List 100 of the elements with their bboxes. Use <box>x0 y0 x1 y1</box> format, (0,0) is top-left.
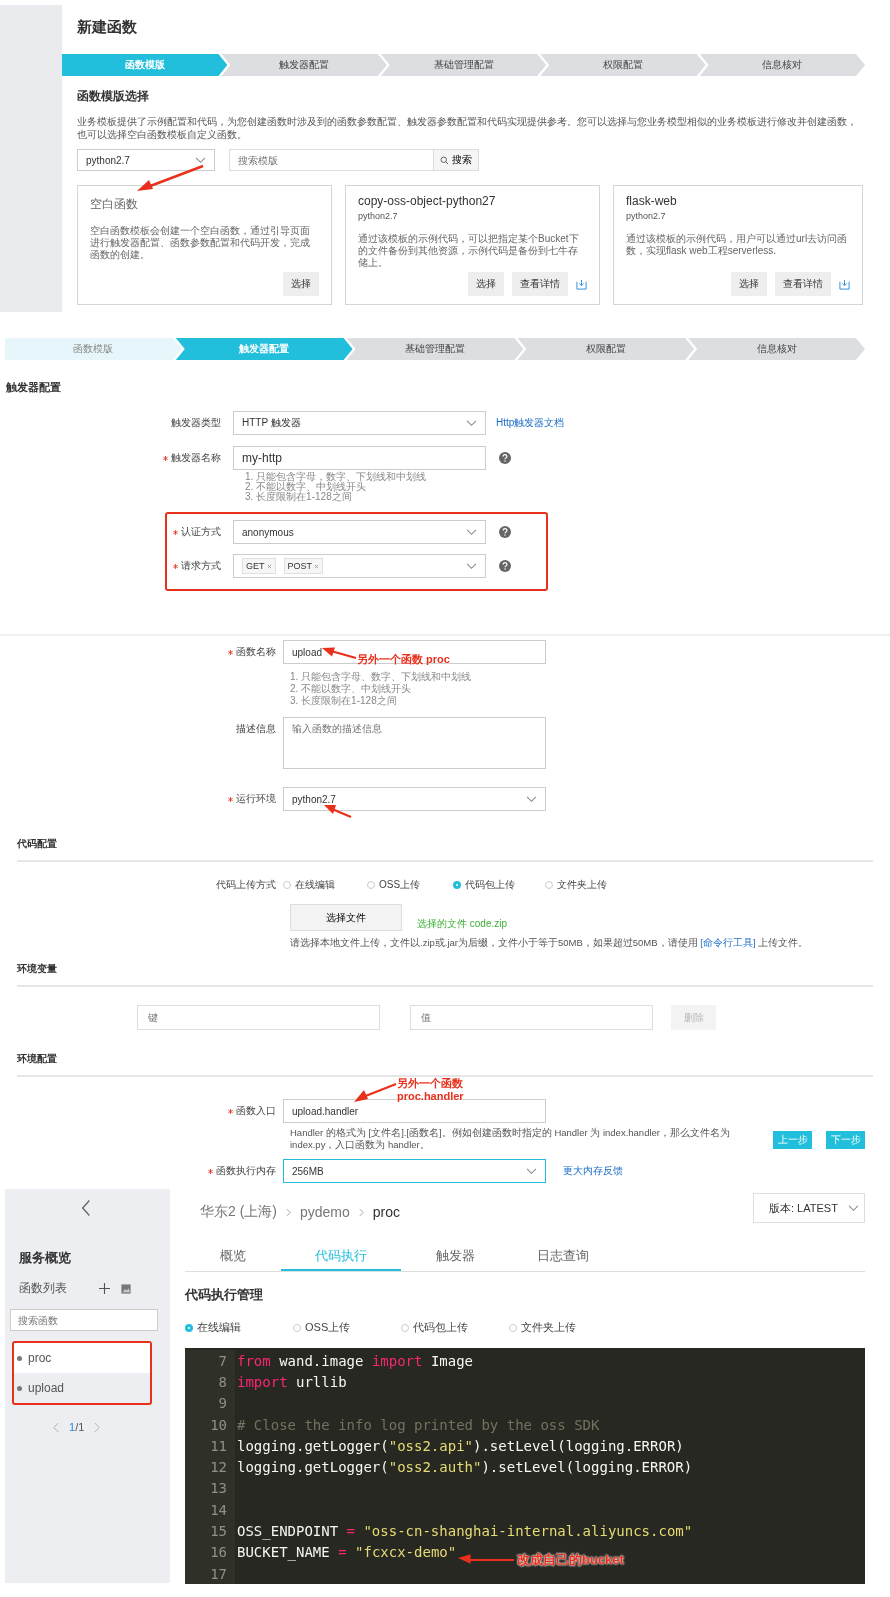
method-tag[interactable]: POST <box>283 558 324 574</box>
docs-link[interactable]: Http触发器文档 <box>496 416 565 430</box>
step-tab[interactable]: 信息核对 <box>688 338 865 360</box>
select-field[interactable]: 256MB <box>283 1159 546 1183</box>
help-icon[interactable] <box>499 452 511 464</box>
service-overview-link[interactable]: 服务概览 <box>19 1249 170 1267</box>
card-description: 空白函数模板会创建一个空白函数，通过引导页面进行触发器配置、函数参数配置和代码开发，完成函数的创建。 <box>90 225 311 261</box>
version-select[interactable]: 版本: LATEST <box>753 1193 865 1223</box>
field-label: 触发器类型 <box>171 416 221 430</box>
card-subtitle: python2.7 <box>626 211 667 221</box>
line-number: 10 <box>185 1413 235 1436</box>
card-button[interactable]: 查看详情 <box>512 272 568 296</box>
hint-text: 2. 不能以数字、中划线开头 <box>245 482 367 492</box>
radio-option[interactable]: OSS上传 <box>367 878 453 892</box>
code-line: from wand.image import Image <box>237 1352 474 1369</box>
step-tab[interactable]: 权限配置 <box>517 338 695 360</box>
hint-text: 请选择本地文件上传，文件以.zip或.jar为后缀，文件小于等于50MB，如果超过50MB，请使用 [命令行工具] 上传文件。 <box>290 937 810 950</box>
radio-option[interactable]: 文件夹上传 <box>509 1320 617 1335</box>
hint-text: 3. 长度限制在1-128之间 <box>245 492 352 502</box>
select-field[interactable]: anonymous <box>233 520 486 544</box>
search-field[interactable]: 搜索模版 <box>229 149 434 171</box>
code-line: # Close the info log printed by the oss SDK <box>237 1416 600 1433</box>
field-label: 代码上传方式 <box>216 878 276 892</box>
card-button[interactable]: 选择 <box>283 272 319 296</box>
step-tab[interactable]: 触发器配置 <box>221 54 387 76</box>
step-tab[interactable]: 信息核对 <box>699 54 866 76</box>
download-icon[interactable] <box>576 278 587 290</box>
card-button[interactable]: 查看详情 <box>775 272 831 296</box>
step-tab[interactable]: 基础管理配置 <box>380 54 547 76</box>
download-icon[interactable] <box>839 278 850 290</box>
choose-file-button[interactable]: 选择文件 <box>290 904 402 931</box>
radio-option[interactable]: 文件夹上传 <box>545 878 629 892</box>
template-card[interactable]: copy-oss-object-python27 python2.7 通过该模板的示例代码，可以把指定某个Bucket下的文件备份到其他资源，示例代码是备份到七牛存储上。 选择 查看详情 <box>345 185 600 305</box>
caret-icon <box>848 1204 859 1212</box>
card-button[interactable]: 选择 <box>731 272 767 296</box>
remove-icon[interactable] <box>266 563 272 569</box>
function-item[interactable]: proc <box>14 1343 150 1373</box>
step-tab[interactable]: 基础管理配置 <box>346 338 524 360</box>
back-icon[interactable] <box>81 1199 91 1217</box>
search-field[interactable]: 搜索函数 <box>10 1309 158 1331</box>
line-number: 15 <box>185 1520 235 1542</box>
page-indicator: 1/1 <box>69 1421 85 1433</box>
radio-option[interactable]: 在线编辑 <box>185 1320 293 1335</box>
caret-icon <box>466 562 477 570</box>
line-number: 7 <box>185 1350 235 1372</box>
hint-text: 1. 只能包含字母，数字、下划线和中划线 <box>245 472 428 482</box>
radio-option[interactable]: 代码包上传 <box>401 1320 509 1335</box>
chevron-icon <box>286 1207 291 1217</box>
select-field[interactable]: python2.7 <box>283 787 546 811</box>
card-button[interactable]: 选择 <box>468 272 504 296</box>
card-title: 空白函数 <box>90 196 139 213</box>
file-status: 选择的文件 code.zip <box>417 917 508 931</box>
feedback-link[interactable]: 更大内存反馈 <box>563 1164 623 1178</box>
search-button[interactable]: 搜索 <box>434 149 479 171</box>
line-number: 12 <box>185 1456 235 1478</box>
tab[interactable]: 触发器 <box>401 1245 509 1271</box>
card-description: 通过该模板的示例代码，用户可以通过url去访问函数，实现flask web工程serverless. <box>626 233 849 257</box>
remove-icon[interactable] <box>314 563 320 569</box>
function-list-label: 函数列表 <box>19 1280 67 1297</box>
input-field[interactable]: my-http <box>233 446 486 470</box>
add-icon[interactable] <box>99 1283 110 1294</box>
image-icon[interactable] <box>121 1283 131 1294</box>
caret-icon <box>466 528 477 536</box>
runtime-select[interactable]: python2.7 <box>77 149 215 171</box>
section-title: 代码执行管理 <box>185 1286 264 1304</box>
help-icon[interactable] <box>499 560 511 572</box>
key-field[interactable]: 键 <box>137 1005 380 1030</box>
code-line: logging.getLogger("oss2.api").setLevel(logging.ERROR) <box>237 1437 684 1454</box>
hint-text: 2. 不能以数字、中划线开头 <box>290 683 413 695</box>
select-field[interactable]: HTTP 触发器 <box>233 411 486 435</box>
card-title: flask-web <box>626 194 678 208</box>
template-card[interactable]: 空白函数 空白函数模板会创建一个空白函数，通过引导页面进行触发器配置、函数参数配置和代码开发，完成函数的创建。 选择 <box>77 185 332 305</box>
cli-tool-link[interactable]: [命令行工具] <box>700 937 756 948</box>
radio-option[interactable]: 代码包上传 <box>453 878 545 892</box>
chevron-icon <box>358 1207 364 1217</box>
method-tag[interactable]: GET <box>242 558 276 574</box>
breadcrumb-item[interactable]: 华东2 (上海) <box>200 1203 277 1221</box>
line-number: 8 <box>185 1371 235 1393</box>
code-editor[interactable] <box>185 1348 865 1584</box>
template-card[interactable]: flask-web python2.7 通过该模板的示例代码，用户可以通过url去访问函数，实现flask web工程serverless. 选择 查看详情 <box>613 185 863 305</box>
text-area[interactable]: 输入函数的描述信息 <box>283 717 546 769</box>
help-icon[interactable] <box>499 526 511 538</box>
page-title: 新建函数 <box>76 17 138 37</box>
code-line: BUCKET_NAME = "fcxcx-demo" <box>237 1544 457 1561</box>
breadcrumb-item[interactable]: pydemo <box>300 1204 350 1220</box>
tab[interactable]: 日志查询 <box>509 1245 617 1271</box>
step-tab[interactable]: 权限配置 <box>540 54 706 76</box>
line-number: 11 <box>185 1435 235 1457</box>
radio-option[interactable]: 在线编辑 <box>283 878 367 892</box>
annotation-arrow <box>323 803 353 819</box>
tab[interactable]: 概览 <box>185 1245 281 1271</box>
field-label: 函数执行内存 <box>216 1164 276 1178</box>
tag-select-field[interactable]: GET POST <box>233 554 486 578</box>
annotation-text: 改成自己的bucket <box>517 1551 624 1569</box>
value-field[interactable]: 值 <box>410 1005 653 1030</box>
section-title: 代码配置 <box>17 837 873 862</box>
search-icon <box>440 155 449 165</box>
function-item[interactable]: upload <box>14 1373 150 1403</box>
breadcrumb-item[interactable]: proc <box>372 1204 401 1220</box>
radio-option[interactable]: OSS上传 <box>293 1320 401 1335</box>
